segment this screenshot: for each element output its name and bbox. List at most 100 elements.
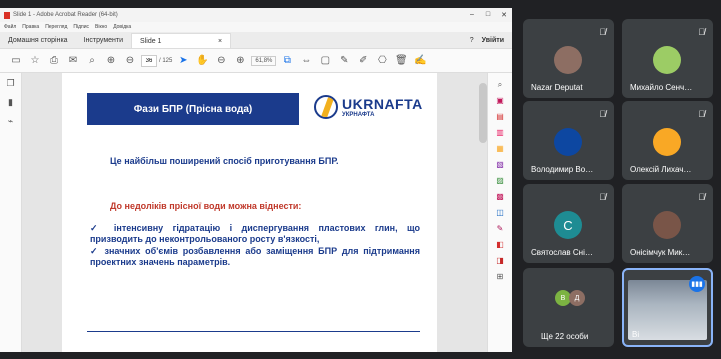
delete-icon[interactable]: 🗑: [393, 53, 409, 69]
attachments-icon[interactable]: ⌁: [8, 116, 13, 127]
slide-bullet-2: ✓ значних об'ємів розбавлення або заміще…: [90, 246, 420, 267]
stamp-icon[interactable]: ⎔: [374, 53, 390, 69]
fit-page-icon[interactable]: ⧉: [279, 53, 295, 69]
pdf-page: Фази БПР (Прісна вода) UKRNAFTA УКРНАФТА…: [62, 73, 437, 352]
help-icon[interactable]: ?: [470, 37, 474, 44]
participant-name: Михайло Сенч…: [630, 83, 693, 92]
bookmarks-icon[interactable]: ▮: [8, 97, 13, 108]
document-area: Фази БПР (Прісна вода) UKRNAFTA УКРНАФТА…: [22, 73, 487, 352]
participant-tile[interactable]: 🎙̸ Володимир Во…: [523, 101, 614, 180]
avatar: С: [554, 211, 582, 239]
scrollbar-thumb[interactable]: [479, 83, 487, 143]
export-pdf-icon[interactable]: ▣: [495, 95, 506, 106]
avatar: Д: [569, 290, 585, 306]
more-tools-icon[interactable]: ⊞: [495, 271, 506, 282]
zoom-in-icon[interactable]: ⊕: [232, 53, 248, 69]
organize-icon[interactable]: ▨: [495, 175, 506, 186]
participant-tile[interactable]: 🎙̸ Михайло Сенч…: [622, 19, 713, 98]
participant-tile[interactable]: 🎙̸ С Святослав Сні…: [523, 184, 614, 263]
participant-name: Святослав Сні…: [531, 248, 593, 257]
logo-text: UKRNAFTA УКРНАФТА: [342, 96, 423, 118]
active-speaker-tile[interactable]: ▮▮▮ Ві: [622, 268, 713, 347]
participant-name: Олексій Лихач…: [630, 165, 692, 174]
participant-tile[interactable]: 🎙̸ Nazar Deputat: [523, 19, 614, 98]
mic-muted-icon: 🎙̸: [698, 192, 705, 202]
sign-icon[interactable]: ✍: [412, 53, 428, 69]
divider: [87, 331, 420, 332]
participant-name: Володимир Во…: [531, 165, 594, 174]
ukrnafta-logo: UKRNAFTA УКРНАФТА: [314, 95, 423, 119]
participant-name: Nazar Deputat: [531, 83, 583, 92]
slide-bullet-1: ✓ інтенсивну гідратацію і диспергування …: [90, 223, 420, 244]
zoom-out-icon[interactable]: ⊖: [213, 53, 229, 69]
logo-name-cyrillic: УКРНАФТА: [342, 112, 375, 118]
protect-icon[interactable]: ◫: [495, 207, 506, 218]
slide-line-1: Це найбільш поширений спосіб приготуванн…: [110, 156, 339, 166]
signin-button[interactable]: Увійти: [482, 37, 504, 44]
participant-tile[interactable]: 🎙̸ Олексій Лихач…: [622, 101, 713, 180]
comment-icon[interactable]: ▢: [317, 53, 333, 69]
zoom-tool-icon[interactable]: ⌕: [495, 79, 506, 90]
highlight-icon[interactable]: ✎: [336, 53, 352, 69]
page-number-input[interactable]: [141, 54, 157, 67]
toolbar: ▭ ☆ ⎙ ✉ ⌕ ⊕ ⊖ / 125 ➤ ✋ ⊖ ⊕ 61,8% ⧉ ⇔ ▢ …: [0, 49, 512, 73]
menu-help[interactable]: Довідка: [113, 24, 131, 30]
page-up-icon[interactable]: ⊕: [103, 53, 119, 69]
fill-sign-icon[interactable]: ✎: [495, 223, 506, 234]
save-icon[interactable]: ▭: [8, 53, 24, 69]
close-icon[interactable]: ✕: [496, 11, 512, 19]
bookmark-star-icon[interactable]: ☆: [27, 53, 43, 69]
left-panel: ❐ ▮ ⌁: [0, 73, 22, 352]
more-participants-label: Ще 22 особи: [541, 332, 589, 341]
page-navigator: / 125: [141, 54, 173, 67]
avatar: [554, 128, 582, 156]
select-cursor-icon[interactable]: ➤: [175, 53, 191, 69]
mic-muted-icon: 🎙̸: [599, 109, 606, 119]
mic-muted-icon: 🎙̸: [599, 192, 606, 202]
menu-bar: Файл Правка Перегляд Підпис Вікно Довідк…: [0, 22, 512, 32]
mic-muted-icon: 🎙̸: [599, 27, 606, 37]
more-participants-tile[interactable]: В Д Ще 22 особи: [523, 268, 614, 347]
tab-document-label: Slide 1: [140, 38, 162, 45]
pages-thumbnails-icon[interactable]: ❐: [6, 78, 14, 89]
tab-home[interactable]: Домашня сторінка: [0, 33, 76, 48]
window-controls: – □ ✕: [464, 11, 512, 19]
menu-view[interactable]: Перегляд: [45, 24, 67, 30]
print-production-icon[interactable]: ◨: [495, 255, 506, 266]
menu-file[interactable]: Файл: [4, 24, 16, 30]
comment-tool-icon[interactable]: ▦: [495, 143, 506, 154]
close-tab-icon[interactable]: ×: [218, 34, 222, 48]
zoom-select[interactable]: 61,8%: [251, 55, 277, 66]
hand-tool-icon[interactable]: ✋: [194, 53, 210, 69]
page-down-icon[interactable]: ⊖: [122, 53, 138, 69]
window-title: Slide 1 - Adobe Acrobat Reader (64-bit): [13, 12, 118, 18]
participant-tile[interactable]: 🎙̸ Онісімчук Мик…: [622, 184, 713, 263]
maximize-icon[interactable]: □: [480, 11, 496, 19]
title-bar: Slide 1 - Adobe Acrobat Reader (64-bit) …: [0, 8, 512, 22]
tab-tools[interactable]: Інструменти: [76, 33, 131, 48]
tabbar-right: ? Увійти: [470, 33, 512, 48]
email-icon[interactable]: ✉: [65, 53, 81, 69]
menu-window[interactable]: Вікно: [95, 24, 107, 30]
scroll-mode-icon[interactable]: ⇔: [298, 53, 314, 69]
search-icon[interactable]: ⌕: [84, 53, 100, 69]
edit-pdf-icon[interactable]: ▥: [495, 127, 506, 138]
acrobat-window: Slide 1 - Adobe Acrobat Reader (64-bit) …: [0, 8, 512, 352]
draw-icon[interactable]: ✐: [355, 53, 371, 69]
compress-icon[interactable]: ◧: [495, 239, 506, 250]
combine-icon[interactable]: ▧: [495, 159, 506, 170]
page-total: / 125: [159, 57, 173, 64]
logo-mark-icon: [314, 95, 338, 119]
redact-icon[interactable]: ▩: [495, 191, 506, 202]
minimize-icon[interactable]: –: [464, 11, 480, 19]
avatar: [554, 46, 582, 74]
create-pdf-icon[interactable]: ▤: [495, 111, 506, 122]
menu-sign[interactable]: Підпис: [73, 24, 89, 30]
menu-edit[interactable]: Правка: [22, 24, 39, 30]
mic-muted-icon: 🎙̸: [698, 27, 705, 37]
participant-name: Онісімчук Мик…: [630, 248, 691, 257]
slide-line-2: До недоліків прісної води можна віднести…: [110, 201, 302, 211]
print-icon[interactable]: ⎙: [46, 53, 62, 69]
slide-title: Фази БПР (Прісна вода): [87, 93, 299, 125]
tab-document[interactable]: Slide 1 ×: [131, 33, 232, 48]
